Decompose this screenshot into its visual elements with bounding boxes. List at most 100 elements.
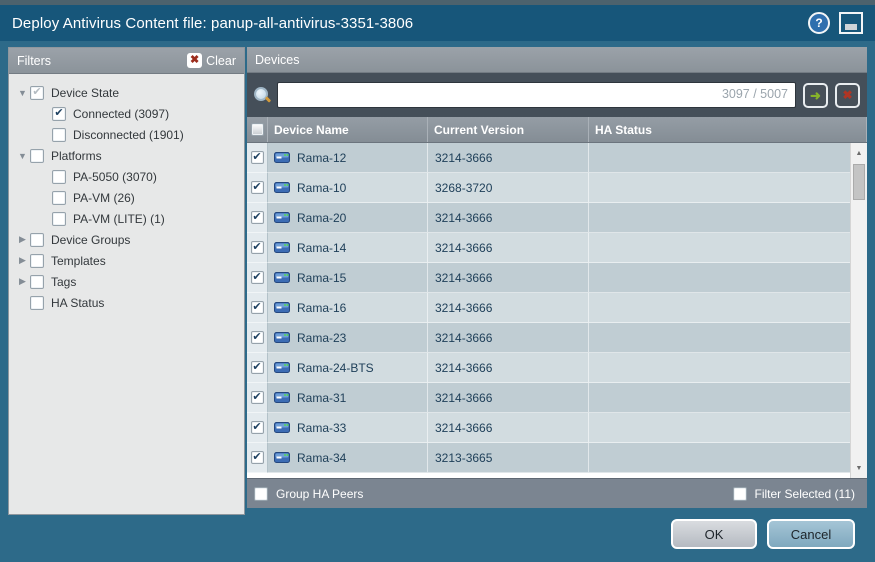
filter-checkbox[interactable] xyxy=(30,275,44,289)
device-ha-status xyxy=(589,353,850,383)
row-checkbox-cell xyxy=(247,443,268,473)
device-name-cell: Rama-34 xyxy=(268,443,428,473)
firewall-device-icon xyxy=(274,422,290,433)
scroll-down-icon[interactable]: ▼ xyxy=(851,460,867,476)
tree-expand-arrow[interactable]: ▶ xyxy=(15,255,30,266)
filter-item-templates[interactable]: ▶ Templates xyxy=(15,250,240,271)
firewall-device-icon xyxy=(274,392,290,403)
window-dock-icon[interactable] xyxy=(839,12,863,34)
device-ha-status xyxy=(589,173,850,203)
filter-item-connected-3097[interactable]: Connected (3097) xyxy=(15,103,240,124)
filter-checkbox[interactable] xyxy=(52,107,66,121)
device-row[interactable]: Rama-12 3214-3666 xyxy=(247,143,850,173)
device-version: 3214-3666 xyxy=(428,323,589,353)
firewall-device-icon xyxy=(274,452,290,463)
device-row[interactable]: Rama-24-BTS 3214-3666 xyxy=(247,353,850,383)
row-checkbox-cell xyxy=(247,413,268,443)
filter-item-pa-vm-lite-1[interactable]: PA-VM (LITE) (1) xyxy=(15,208,240,229)
select-all-checkbox[interactable] xyxy=(251,123,264,136)
filter-selected-control[interactable]: Filter Selected (11) xyxy=(733,487,855,501)
row-checkbox[interactable] xyxy=(251,331,264,344)
search-box: 3097 / 5007 xyxy=(277,82,796,108)
row-checkbox[interactable] xyxy=(251,151,264,164)
filters-panel: Filters ✖ Clear ▼ Device State Connected… xyxy=(8,47,245,515)
row-checkbox[interactable] xyxy=(251,421,264,434)
devices-panel: Devices 3097 / 5007 ➜ ✖ Device Name Curr… xyxy=(247,47,867,508)
filter-item-disconnected-1901[interactable]: Disconnected (1901) xyxy=(15,124,240,145)
device-version: 3214-3666 xyxy=(428,413,589,443)
device-row[interactable]: Rama-10 3268-3720 xyxy=(247,173,850,203)
filter-checkbox[interactable] xyxy=(30,86,44,100)
clear-filters-button[interactable]: ✖ Clear xyxy=(187,53,236,68)
filter-item-platforms[interactable]: ▼ Platforms xyxy=(15,145,240,166)
tree-expand-arrow[interactable]: ▶ xyxy=(15,234,30,245)
ok-button[interactable]: OK xyxy=(671,519,757,549)
filter-checkbox[interactable] xyxy=(52,191,66,205)
filter-checkbox[interactable] xyxy=(52,170,66,184)
search-go-button[interactable]: ➜ xyxy=(803,83,828,108)
device-row[interactable]: Rama-14 3214-3666 xyxy=(247,233,850,263)
row-checkbox[interactable] xyxy=(251,301,264,314)
titlebar-icons: ? xyxy=(808,12,863,34)
row-checkbox[interactable] xyxy=(251,451,264,464)
device-row[interactable]: Rama-20 3214-3666 xyxy=(247,203,850,233)
device-version: 3214-3666 xyxy=(428,203,589,233)
group-ha-peers-control[interactable]: Group HA Peers xyxy=(254,487,363,501)
device-table-header: Device Name Current Version HA Status xyxy=(247,117,867,143)
filter-label: PA-5050 (3070) xyxy=(73,170,157,184)
vertical-scrollbar[interactable]: ▲ ▼ xyxy=(850,143,867,478)
filter-checkbox[interactable] xyxy=(52,212,66,226)
filter-checkbox[interactable] xyxy=(30,149,44,163)
tree-expand-arrow[interactable]: ▼ xyxy=(15,151,30,161)
firewall-device-icon xyxy=(274,302,290,313)
filter-item-device-state[interactable]: ▼ Device State xyxy=(15,82,240,103)
device-row[interactable]: Rama-34 3213-3665 xyxy=(247,443,850,473)
filter-label: PA-VM (LITE) (1) xyxy=(73,212,165,226)
row-checkbox[interactable] xyxy=(251,211,264,224)
device-version: 3214-3666 xyxy=(428,293,589,323)
device-name-cell: Rama-23 xyxy=(268,323,428,353)
filter-checkbox[interactable] xyxy=(30,254,44,268)
row-checkbox[interactable] xyxy=(251,181,264,194)
filter-item-device-groups[interactable]: ▶ Device Groups xyxy=(15,229,240,250)
tree-expand-arrow[interactable]: ▼ xyxy=(15,88,30,98)
filter-checkbox[interactable] xyxy=(30,296,44,310)
filter-item-pa-vm-26[interactable]: PA-VM (26) xyxy=(15,187,240,208)
cancel-button[interactable]: Cancel xyxy=(767,519,855,549)
filter-item-ha-status[interactable]: HA Status xyxy=(15,292,240,313)
scrollbar-thumb[interactable] xyxy=(853,164,865,200)
search-clear-button[interactable]: ✖ xyxy=(835,83,860,108)
group-ha-peers-checkbox[interactable] xyxy=(254,487,268,501)
device-row[interactable]: Rama-33 3214-3666 xyxy=(247,413,850,443)
device-name: Rama-24-BTS xyxy=(297,361,374,375)
filter-checkbox[interactable] xyxy=(52,128,66,142)
device-ha-status xyxy=(589,203,850,233)
row-checkbox-cell xyxy=(247,353,268,383)
row-checkbox[interactable] xyxy=(251,241,264,254)
scroll-up-icon[interactable]: ▲ xyxy=(851,145,867,161)
device-search-input[interactable] xyxy=(278,83,795,107)
filter-item-tags[interactable]: ▶ Tags xyxy=(15,271,240,292)
row-checkbox[interactable] xyxy=(251,361,264,374)
row-checkbox[interactable] xyxy=(251,391,264,404)
filter-checkbox[interactable] xyxy=(30,233,44,247)
help-icon[interactable]: ? xyxy=(808,12,830,34)
firewall-device-icon xyxy=(274,182,290,193)
device-name: Rama-10 xyxy=(297,181,346,195)
row-checkbox[interactable] xyxy=(251,271,264,284)
firewall-device-icon xyxy=(274,152,290,163)
column-header-device-name[interactable]: Device Name xyxy=(268,117,428,142)
device-row[interactable]: Rama-31 3214-3666 xyxy=(247,383,850,413)
filter-selected-checkbox[interactable] xyxy=(733,487,747,501)
filter-label: HA Status xyxy=(51,296,104,310)
search-icon xyxy=(254,87,270,103)
clear-filters-x-icon: ✖ xyxy=(187,53,202,68)
device-row[interactable]: Rama-15 3214-3666 xyxy=(247,263,850,293)
column-header-current-version[interactable]: Current Version xyxy=(428,117,589,142)
device-row[interactable]: Rama-16 3214-3666 xyxy=(247,293,850,323)
device-row[interactable]: Rama-23 3214-3666 xyxy=(247,323,850,353)
device-name: Rama-33 xyxy=(297,421,346,435)
tree-expand-arrow[interactable]: ▶ xyxy=(15,276,30,287)
filter-item-pa-5050-3070[interactable]: PA-5050 (3070) xyxy=(15,166,240,187)
column-header-ha-status[interactable]: HA Status xyxy=(589,117,867,142)
